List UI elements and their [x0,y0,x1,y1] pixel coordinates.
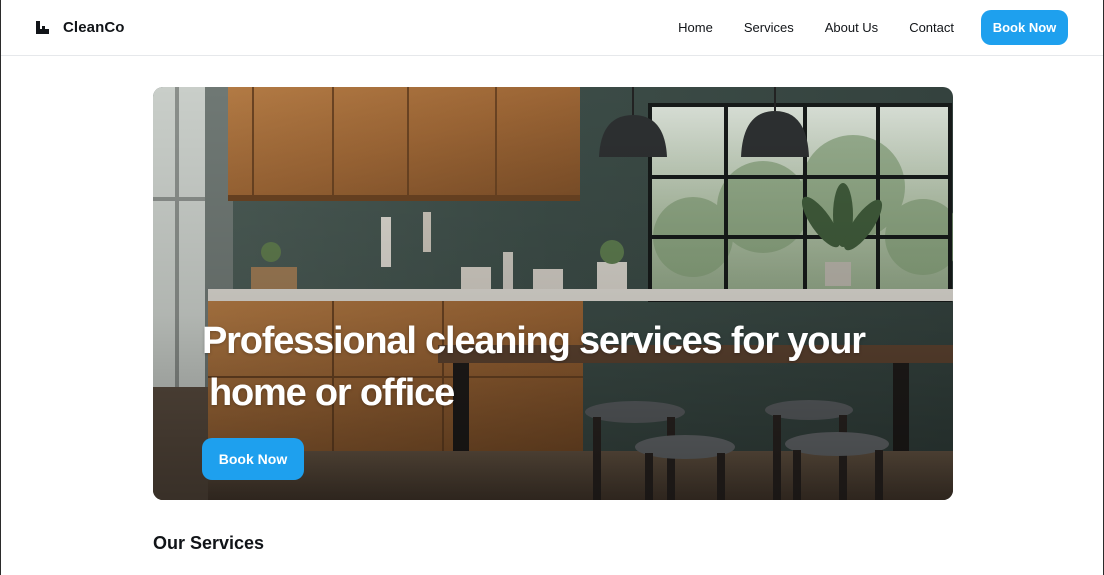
our-services-heading: Our Services [153,533,265,553]
nav-link-services[interactable]: Services [744,20,794,35]
hero-book-now-button[interactable]: Book Now [202,438,304,480]
nav-link-contact[interactable]: Contact [909,20,954,35]
brand-logo-icon [36,21,49,34]
site-header: CleanCo Home Services About Us Contact B… [1,0,1103,56]
page: CleanCo Home Services About Us Contact B… [0,0,1104,575]
main-nav: Home Services About Us Contact Book Now [678,10,1068,45]
hero-title-line-1: Professional cleaning services for your [202,320,866,362]
header-book-now-button[interactable]: Book Now [981,10,1068,45]
brand-name: CleanCo [63,19,125,36]
hero-title-line-2: home or office [209,372,455,414]
hero-banner: Professional cleaning services for your … [153,87,953,500]
hero-title: Professional cleaning services for your … [202,315,942,419]
nav-link-about-us[interactable]: About Us [825,20,878,35]
nav-link-home[interactable]: Home [678,20,713,35]
brand[interactable]: CleanCo [36,19,125,36]
